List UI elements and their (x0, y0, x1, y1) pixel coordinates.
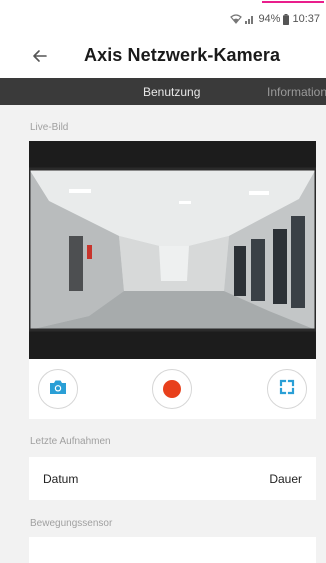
recordings-header-row: Datum Dauer (29, 457, 316, 500)
wifi-icon (230, 14, 243, 24)
live-video-feed[interactable] (29, 141, 316, 359)
motion-sensor-label: Bewegungssensor (30, 518, 113, 529)
live-view-label: Live-Bild (30, 122, 69, 133)
record-button[interactable] (152, 369, 192, 409)
fullscreen-button[interactable] (267, 369, 307, 409)
live-view-controls (29, 359, 316, 419)
column-date: Datum (43, 472, 79, 486)
tab-bar: Benutzung Information (0, 78, 326, 105)
status-bar: 94% 10:37 (0, 0, 326, 34)
record-icon (163, 380, 181, 398)
signal-icon (245, 14, 255, 24)
recent-recordings-label: Letzte Aufnahmen (30, 436, 111, 447)
app-bar: Axis Netzwerk-Kamera (0, 34, 326, 78)
status-icons: 94% 10:37 (230, 13, 320, 25)
arrow-left-icon[interactable] (30, 46, 50, 66)
tab-information[interactable]: Information (267, 85, 326, 99)
motion-sensor-card[interactable] (29, 537, 316, 563)
snapshot-button[interactable] (38, 369, 78, 409)
battery-icon (283, 13, 290, 25)
status-time: 10:37 (292, 13, 320, 25)
column-duration: Dauer (269, 472, 302, 486)
fullscreen-icon (279, 379, 295, 400)
status-indicator-line (262, 1, 324, 3)
camera-icon (49, 379, 67, 400)
page-title: Axis Netzwerk-Kamera (84, 45, 281, 65)
battery-percent: 94% (258, 13, 281, 25)
tab-benutzung[interactable]: Benutzung (143, 85, 200, 99)
